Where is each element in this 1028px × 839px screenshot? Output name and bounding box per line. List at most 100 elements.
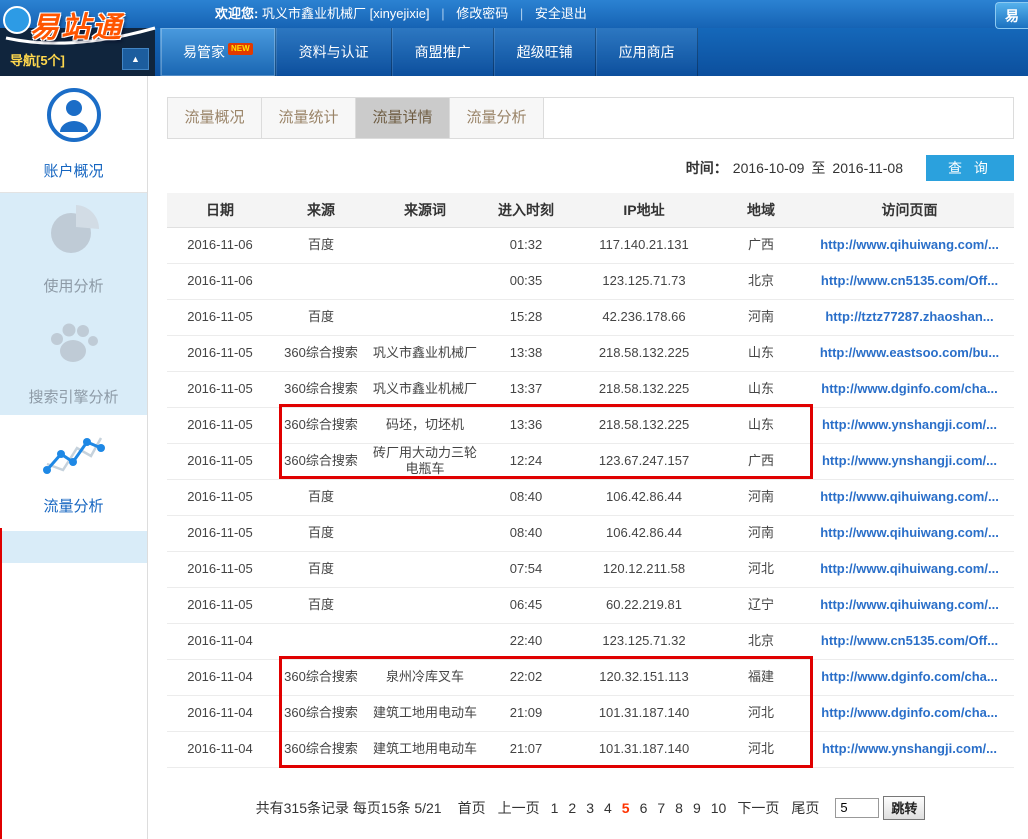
jump-button[interactable]: 跳转 xyxy=(883,796,925,820)
cell-page[interactable]: http://www.qihuiwang.com/... xyxy=(805,227,1014,263)
page-number[interactable]: 10 xyxy=(711,800,727,816)
change-password-link[interactable]: 修改密码 xyxy=(456,6,508,21)
filter-row: 时间： 2016-10-09 至 2016-11-08 查 询 xyxy=(167,155,1014,181)
cell-entry_time: 12:24 xyxy=(481,443,571,479)
cell-entry_time: 13:36 xyxy=(481,407,571,443)
cell-page[interactable]: http://www.ynshangji.com/... xyxy=(805,407,1014,443)
sidebar-item-search-engine-analysis[interactable]: 搜索引擎分析 xyxy=(0,304,147,415)
page-number[interactable]: 3 xyxy=(586,800,594,816)
cell-page[interactable]: http://www.qihuiwang.com/... xyxy=(805,479,1014,515)
table-row: 2016-11-04360综合搜索泉州冷库叉车22:02120.32.151.1… xyxy=(167,659,1014,695)
cell-date: 2016-11-06 xyxy=(167,263,273,299)
jump-page-input[interactable] xyxy=(835,798,879,818)
traffic-table: 日期来源来源词进入时刻IP地址地域访问页面 2016-11-06百度01:321… xyxy=(167,193,1014,768)
tab-traffic-overview[interactable]: 流量概况 xyxy=(168,98,262,138)
cell-entry_time: 22:40 xyxy=(481,623,571,659)
tab-traffic-analysis[interactable]: 流量分析 xyxy=(450,98,544,138)
cell-entry_time: 01:32 xyxy=(481,227,571,263)
cell-entry_time: 06:45 xyxy=(481,587,571,623)
cell-region: 辽宁 xyxy=(717,587,805,623)
cell-date: 2016-11-05 xyxy=(167,515,273,551)
cell-page[interactable]: http://www.qihuiwang.com/... xyxy=(805,587,1014,623)
cell-date: 2016-11-05 xyxy=(167,407,273,443)
cell-date: 2016-11-05 xyxy=(167,551,273,587)
sidebar-spacer xyxy=(0,531,147,563)
logo-text: 易站通 xyxy=(30,4,123,46)
last-page-link[interactable]: 尾页 xyxy=(791,798,819,818)
table-row: 2016-11-05百度15:2842.236.178.66河南http://t… xyxy=(167,299,1014,335)
cell-entry_time: 00:35 xyxy=(481,263,571,299)
page-numbers: 123456789 10 xyxy=(546,800,732,816)
cell-keyword xyxy=(369,479,481,515)
cell-ip: 42.236.178.66 xyxy=(571,299,717,335)
nav-tab-app-store[interactable]: 应用商店 xyxy=(596,28,698,76)
tab-traffic-stats[interactable]: 流量统计 xyxy=(262,98,356,138)
page-number[interactable]: 8 xyxy=(675,800,683,816)
collapse-nav-button[interactable]: ▲ xyxy=(122,48,149,70)
cell-date: 2016-11-04 xyxy=(167,623,273,659)
cell-page[interactable]: http://www.ynshangji.com/... xyxy=(805,731,1014,767)
sidebar: 账户概况 使用分析 xyxy=(0,76,148,839)
date-to-field[interactable]: 2016-11-08 xyxy=(832,160,903,176)
new-badge: NEW xyxy=(228,43,253,55)
site-logo[interactable]: 易站通 xyxy=(0,0,162,46)
to-label: 至 xyxy=(811,158,825,178)
cell-keyword: 砖厂用大动力三轮电瓶车 xyxy=(369,443,481,479)
column-header: 访问页面 xyxy=(805,193,1014,227)
page-number[interactable]: 7 xyxy=(657,800,665,816)
page-number[interactable]: 6 xyxy=(640,800,648,816)
sidebar-item-account-overview[interactable]: 账户概况 xyxy=(0,76,147,192)
first-page-link[interactable]: 首页 xyxy=(458,798,486,818)
cell-page[interactable]: http://www.dginfo.com/cha... xyxy=(805,371,1014,407)
page-number-current[interactable]: 5 xyxy=(622,800,630,816)
cell-entry_time: 08:40 xyxy=(481,479,571,515)
nav-tab-super-shop[interactable]: 超级旺铺 xyxy=(494,28,596,76)
cell-entry_time: 15:28 xyxy=(481,299,571,335)
cell-region: 山东 xyxy=(717,371,805,407)
cell-source xyxy=(273,623,369,659)
cell-source: 百度 xyxy=(273,587,369,623)
column-header: 日期 xyxy=(167,193,273,227)
cell-page[interactable]: http://www.cn5135.com/Off... xyxy=(805,623,1014,659)
cell-page[interactable]: http://www.ynshangji.com/... xyxy=(805,443,1014,479)
cell-page[interactable]: http://tztz77287.zhaoshan... xyxy=(805,299,1014,335)
cell-page[interactable]: http://www.eastsoo.com/bu... xyxy=(805,335,1014,371)
cell-region: 福建 xyxy=(717,659,805,695)
pie-chart-icon xyxy=(46,202,102,263)
cell-page[interactable]: http://www.dginfo.com/cha... xyxy=(805,695,1014,731)
date-from-field[interactable]: 2016-10-09 xyxy=(733,160,805,176)
cell-page[interactable]: http://www.cn5135.com/Off... xyxy=(805,263,1014,299)
tab-traffic-detail[interactable]: 流量详情 xyxy=(356,98,450,138)
table-row: 2016-11-05百度07:54120.12.211.58河北http://w… xyxy=(167,551,1014,587)
cell-page[interactable]: http://www.qihuiwang.com/... xyxy=(805,551,1014,587)
sidebar-item-traffic-analysis[interactable]: 流量分析 xyxy=(0,415,147,531)
cell-date: 2016-11-04 xyxy=(167,659,273,695)
page-number[interactable]: 9 xyxy=(693,800,701,816)
cell-page[interactable]: http://www.qihuiwang.com/... xyxy=(805,515,1014,551)
page-number[interactable]: 2 xyxy=(568,800,576,816)
prev-page-link[interactable]: 上一页 xyxy=(498,798,540,818)
sidebar-item-usage-analysis[interactable]: 使用分析 xyxy=(0,193,147,304)
cell-keyword: 泉州冷库叉车 xyxy=(369,659,481,695)
nav-tab-credentials[interactable]: 资料与认证 xyxy=(276,28,392,76)
nav-tab-alliance-promo[interactable]: 商盟推广 xyxy=(392,28,494,76)
cell-source: 360综合搜索 xyxy=(273,335,369,371)
cell-keyword: 建筑工地用电动车 xyxy=(369,695,481,731)
nav-tabs: 易管家NEW 资料与认证 商盟推广 超级旺铺 应用商店 xyxy=(160,28,698,76)
cell-source: 360综合搜索 xyxy=(273,695,369,731)
arrow-up-icon: ▲ xyxy=(131,55,140,64)
nav-tab-yiguanjia[interactable]: 易管家NEW xyxy=(160,28,276,76)
cell-ip: 117.140.21.131 xyxy=(571,227,717,263)
table-row: 2016-11-06百度01:32117.140.21.131广西http://… xyxy=(167,227,1014,263)
query-button[interactable]: 查 询 xyxy=(926,155,1014,181)
cell-region: 山东 xyxy=(717,407,805,443)
floating-widget[interactable]: 易 xyxy=(995,2,1028,29)
cell-keyword: 巩义市鑫业机械厂 xyxy=(369,335,481,371)
next-page-link[interactable]: 下一页 xyxy=(737,798,779,818)
cell-keyword xyxy=(369,515,481,551)
cell-source: 360综合搜索 xyxy=(273,731,369,767)
cell-page[interactable]: http://www.dginfo.com/cha... xyxy=(805,659,1014,695)
page-number[interactable]: 4 xyxy=(604,800,612,816)
logout-link[interactable]: 安全退出 xyxy=(535,6,587,21)
page-number[interactable]: 1 xyxy=(551,800,559,816)
